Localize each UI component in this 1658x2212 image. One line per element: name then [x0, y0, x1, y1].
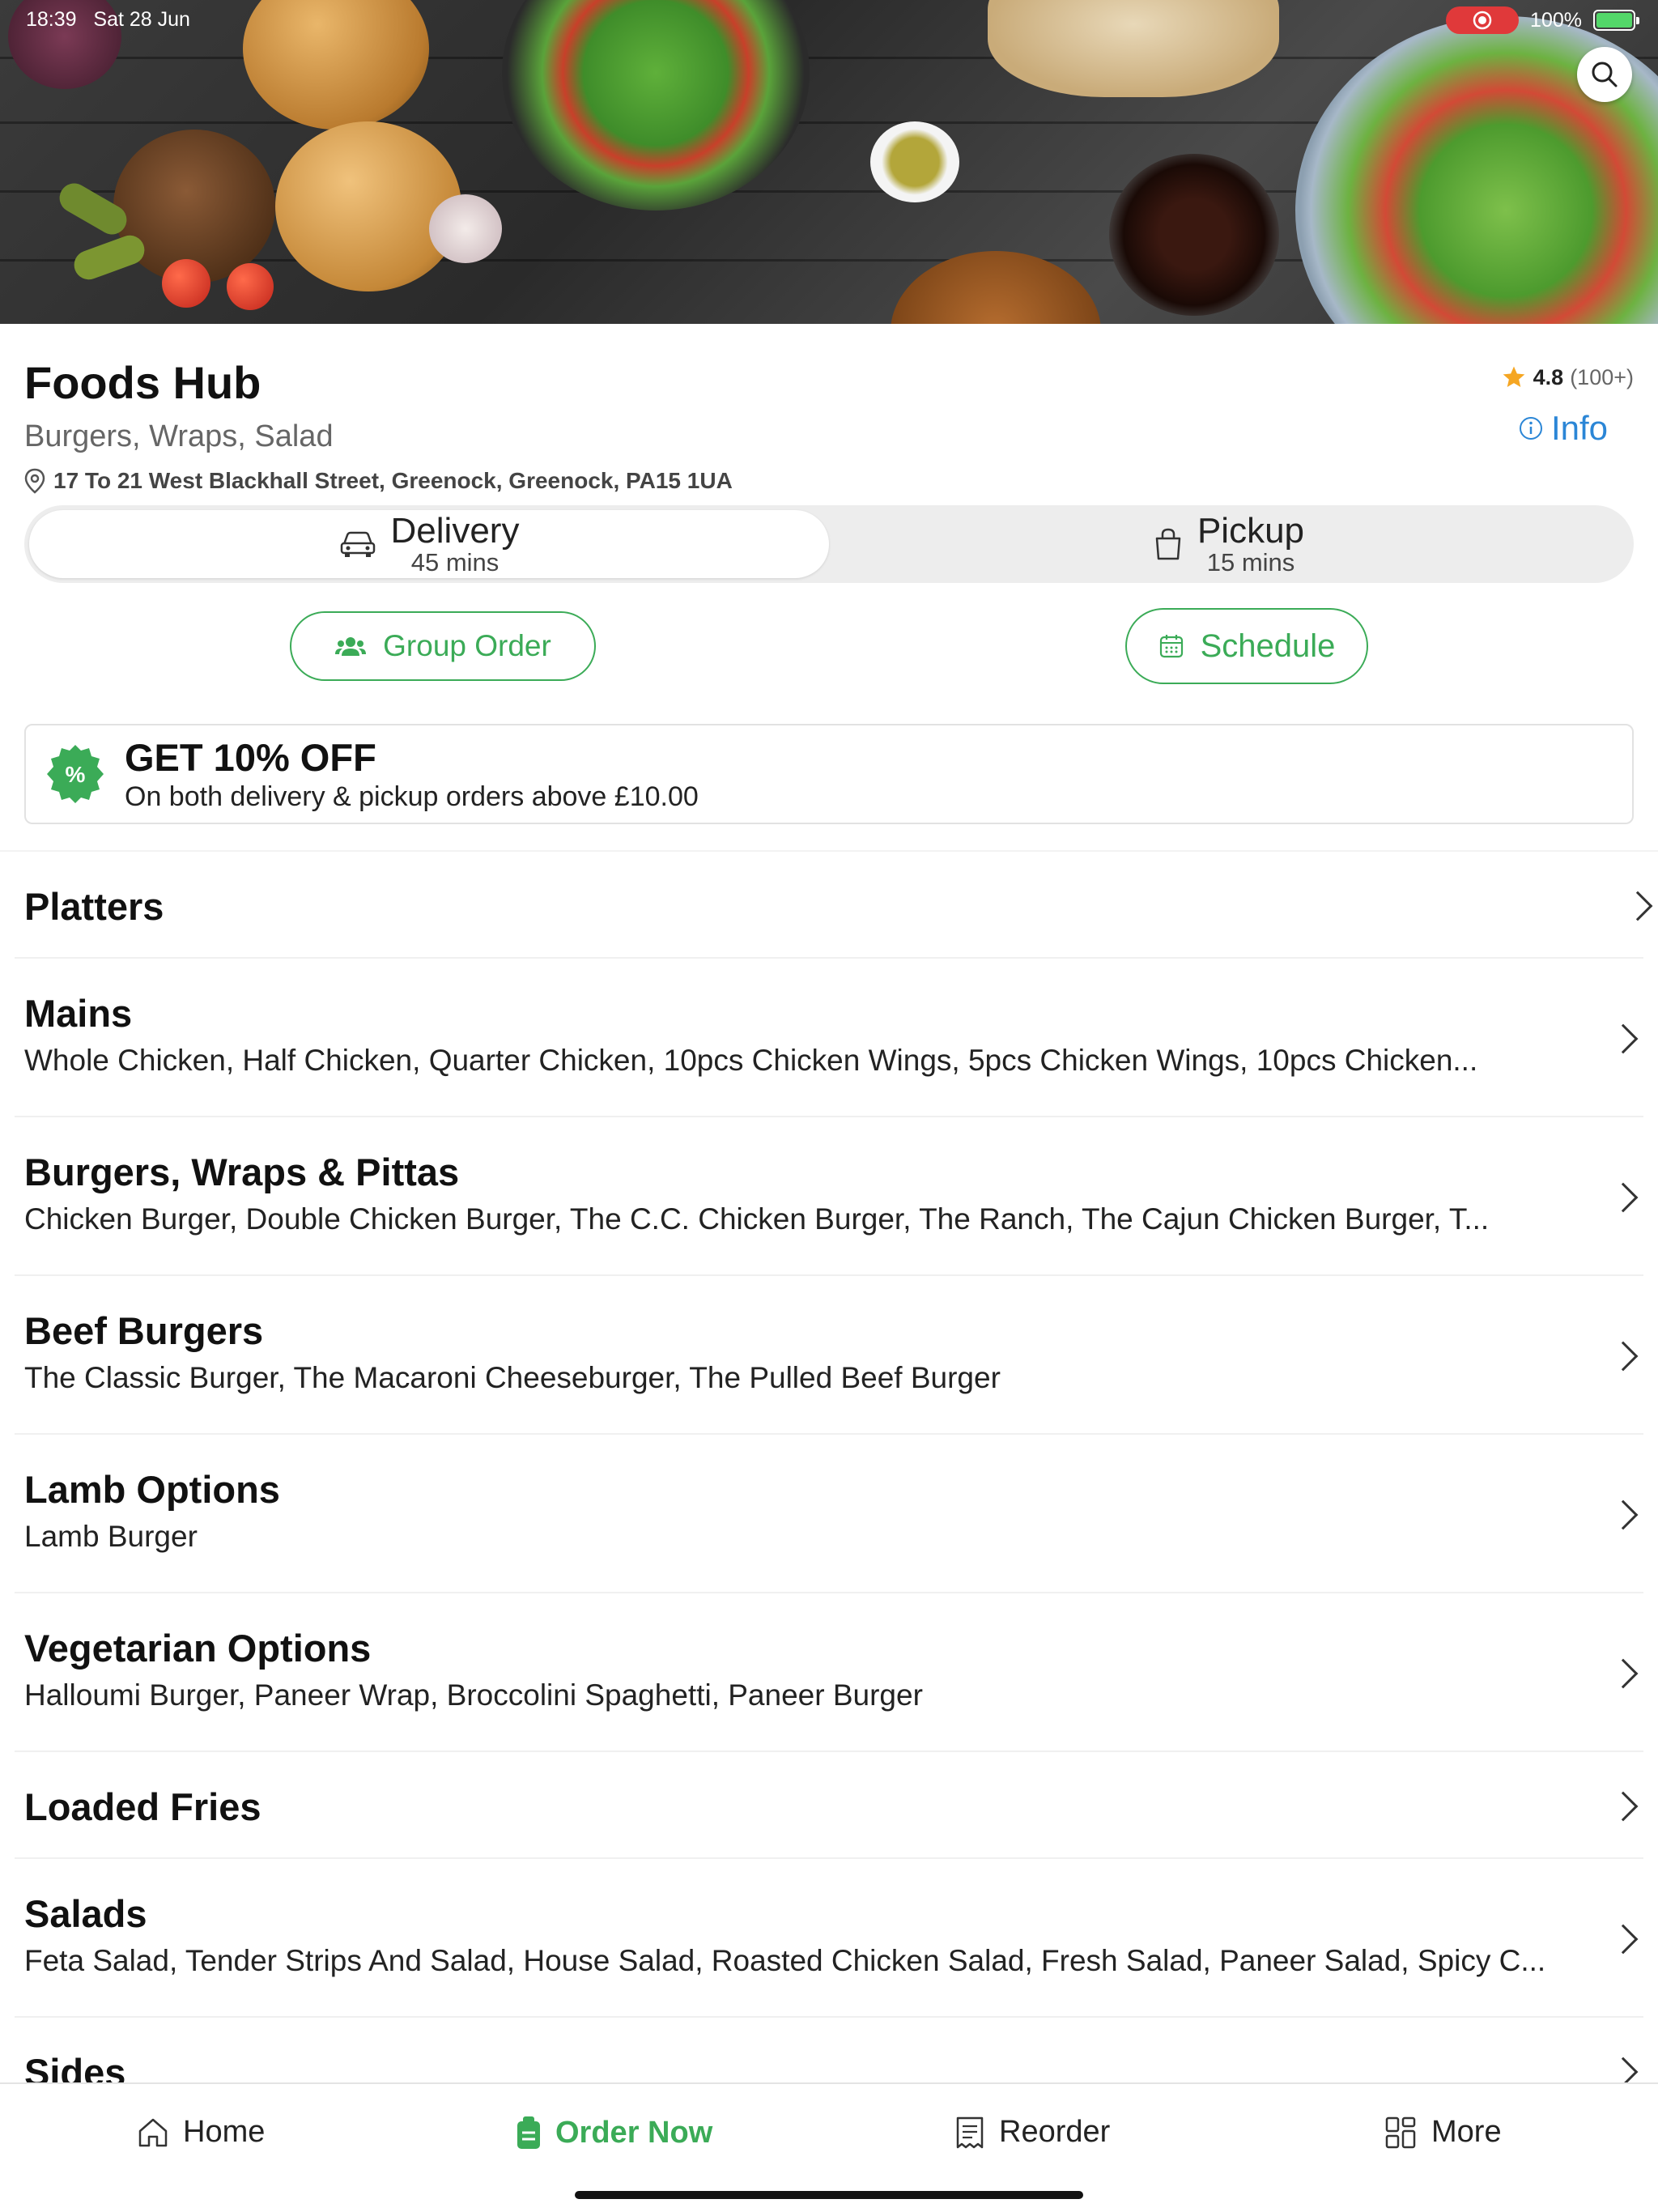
category-items: Lamb Burger — [24, 1520, 198, 1553]
star-icon — [1503, 366, 1524, 387]
schedule-label: Schedule — [1200, 627, 1336, 664]
home-icon — [138, 2118, 168, 2146]
status-time: 18:39 — [26, 8, 77, 31]
category-title: Lamb Options — [24, 1468, 280, 1511]
info-icon — [1519, 417, 1542, 440]
order-bag-icon — [517, 2116, 540, 2149]
status-date: Sat 28 Jun — [93, 8, 190, 31]
category-burgers-wraps-pittas[interactable]: Burgers, Wraps & Pittas Chicken Burger, … — [15, 1116, 1643, 1274]
restaurant-rating: 4.8 (100+) — [1501, 364, 1634, 390]
category-title: Salads — [24, 1892, 147, 1935]
promo-title: GET 10% OFF — [125, 736, 376, 779]
category-vegetarian-options[interactable]: Vegetarian Options Halloumi Burger, Pane… — [15, 1592, 1643, 1750]
category-sides[interactable]: Sides — [15, 2016, 1643, 2082]
address-text: 17 To 21 West Blackhall Street, Greenock… — [53, 468, 733, 493]
promo-subtitle: On both delivery & pickup orders above £… — [125, 781, 699, 812]
tab-home[interactable]: Home — [136, 2115, 265, 2150]
discount-badge-icon: % — [44, 742, 107, 806]
info-button[interactable]: Info — [1519, 409, 1608, 448]
category-title: Loaded Fries — [24, 1785, 261, 1828]
tab-more-label: More — [1431, 2115, 1502, 2149]
battery-icon — [1593, 10, 1639, 31]
rating-value: 4.8 — [1533, 364, 1564, 389]
category-lamb-options[interactable]: Lamb Options Lamb Burger — [15, 1433, 1643, 1592]
calendar-icon — [1159, 635, 1183, 658]
category-title: Beef Burgers — [24, 1309, 264, 1352]
status-indicators: 100% — [1446, 6, 1639, 34]
location-pin-icon — [24, 468, 45, 494]
battery-percent: 100% — [1530, 8, 1582, 32]
shopping-bag-icon — [1155, 528, 1181, 560]
tab-more[interactable]: More — [1384, 2115, 1502, 2150]
tab-home-label: Home — [183, 2115, 266, 2149]
group-order-button[interactable]: Group Order — [290, 611, 596, 681]
delivery-option[interactable]: Delivery 45 mins — [29, 510, 829, 578]
badge-symbol: % — [66, 762, 86, 787]
category-items: Feta Salad, Tender Strips And Salad, Hou… — [24, 1944, 1546, 1977]
category-salads[interactable]: Salads Feta Salad, Tender Strips And Sal… — [15, 1857, 1643, 2016]
receipt-icon — [956, 2116, 984, 2148]
category-platters[interactable]: Platters — [0, 850, 1658, 957]
hero-banner-image: 18:39 Sat 28 Jun 100% — [0, 0, 1658, 324]
search-icon — [1592, 62, 1618, 87]
restaurant-name: Foods Hub — [24, 357, 261, 408]
grid-icon — [1385, 2116, 1416, 2148]
category-title: Mains — [24, 992, 133, 1035]
category-title: Platters — [24, 885, 164, 928]
category-title: Sides — [24, 2051, 126, 2082]
category-title: Burgers, Wraps & Pittas — [24, 1151, 460, 1193]
group-order-label: Group Order — [383, 629, 551, 662]
category-items: Whole Chicken, Half Chicken, Quarter Chi… — [24, 1044, 1478, 1077]
order-mode-toggle: Delivery 45 mins Pickup 15 mins — [24, 505, 1634, 583]
search-button[interactable] — [1577, 47, 1632, 102]
status-time-date: 18:39 Sat 28 Jun — [26, 8, 190, 32]
delivery-label: Delivery — [390, 510, 520, 551]
category-items: Halloumi Burger, Paneer Wrap, Broccolini… — [24, 1678, 923, 1712]
group-icon — [335, 637, 367, 656]
tab-order-now[interactable]: Order Now — [515, 2115, 712, 2150]
delivery-time: 45 mins — [410, 547, 500, 576]
home-indicator — [575, 2191, 1083, 2199]
category-mains[interactable]: Mains Whole Chicken, Half Chicken, Quart… — [15, 957, 1643, 1116]
rating-count: (100+) — [1570, 364, 1634, 389]
info-label: Info — [1550, 409, 1608, 447]
screen-record-icon — [1446, 6, 1520, 34]
menu-category-list: Platters Mains Whole Chicken, Half Chick… — [0, 850, 1658, 2082]
tab-order-now-label: Order Now — [555, 2115, 713, 2150]
category-items: Chicken Burger, Double Chicken Burger, T… — [24, 1202, 1490, 1236]
promo-banner[interactable]: % GET 10% OFF On both delivery & pickup … — [24, 724, 1634, 824]
schedule-button[interactable]: Schedule — [1125, 608, 1368, 684]
category-beef-burgers[interactable]: Beef Burgers The Classic Burger, The Mac… — [15, 1274, 1643, 1433]
category-title: Vegetarian Options — [24, 1627, 372, 1670]
category-items: The Classic Burger, The Macaroni Cheeseb… — [24, 1361, 1001, 1394]
tab-reorder[interactable]: Reorder — [954, 2115, 1110, 2150]
tab-reorder-label: Reorder — [999, 2115, 1111, 2149]
pickup-label: Pickup — [1197, 510, 1305, 551]
pickup-time: 15 mins — [1206, 547, 1295, 576]
restaurant-address: 17 To 21 West Blackhall Street, Greenock… — [24, 468, 733, 494]
car-icon — [340, 531, 375, 557]
category-loaded-fries[interactable]: Loaded Fries — [15, 1750, 1643, 1857]
pickup-option[interactable]: Pickup 15 mins — [829, 510, 1629, 578]
restaurant-cuisine: Burgers, Wraps, Salad — [24, 419, 334, 453]
